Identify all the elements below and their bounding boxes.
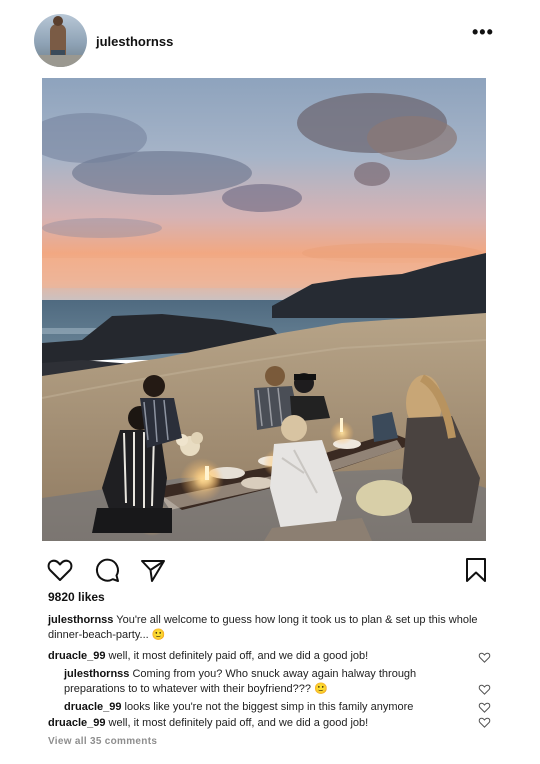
comment-icon[interactable]: [93, 556, 121, 584]
comment-like-heart-icon[interactable]: [478, 716, 491, 729]
caption-text: You're all welcome to guess how long it …: [48, 614, 478, 641]
comment-text: looks like you're not the biggest simp i…: [124, 701, 414, 713]
comment-like-heart-icon[interactable]: [478, 651, 491, 664]
likes-count[interactable]: 9820 likes: [48, 590, 105, 604]
comment-username[interactable]: druacle_99: [48, 717, 105, 729]
caption-username[interactable]: julesthornss: [48, 614, 113, 626]
comment-username[interactable]: druacle_99: [64, 701, 121, 713]
comment-like-heart-icon[interactable]: [478, 701, 491, 714]
post-photo[interactable]: [42, 78, 486, 541]
comment-reply: druacle_99 looks like you're not the big…: [64, 700, 464, 715]
comment-like-heart-icon[interactable]: [478, 683, 491, 696]
comment-username[interactable]: julesthornss: [64, 668, 129, 680]
heart-icon[interactable]: [46, 556, 74, 584]
comment-username[interactable]: druacle_99: [48, 650, 105, 662]
post-username[interactable]: julesthornss: [96, 34, 173, 49]
send-icon[interactable]: [139, 556, 167, 584]
post-caption: julesthornss You're all welcome to guess…: [48, 613, 478, 643]
comment-text: well, it most definitely paid off, and w…: [108, 650, 369, 662]
comment: druacle_99 well, it most definitely paid…: [48, 716, 468, 731]
comment: druacle_99 well, it most definitely paid…: [48, 649, 468, 664]
avatar[interactable]: [34, 14, 87, 67]
bookmark-icon[interactable]: [462, 556, 490, 584]
post-header: julesthornss •••: [0, 0, 540, 78]
beach-dinner-image: [42, 78, 486, 541]
view-all-comments-link[interactable]: View all 35 comments: [48, 736, 157, 747]
more-options-icon[interactable]: •••: [472, 22, 494, 43]
action-bar: [0, 552, 540, 586]
comment-text: well, it most definitely paid off, and w…: [108, 717, 369, 729]
comment-reply: julesthornss Coming from you? Who snuck …: [64, 667, 464, 697]
